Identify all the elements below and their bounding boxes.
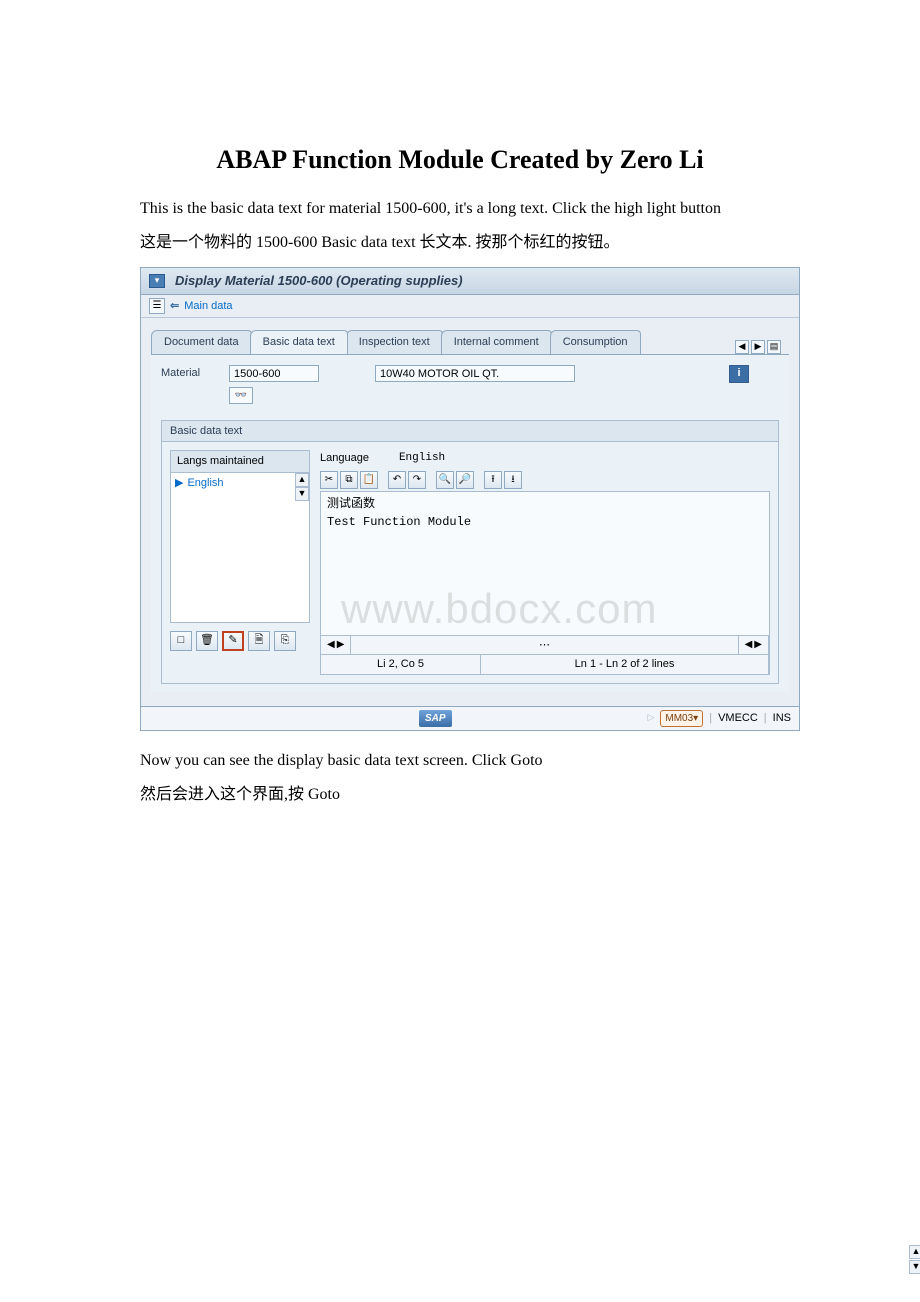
lang-item-english[interactable]: ▶ English: [171, 473, 309, 494]
tab-document-data[interactable]: Document data: [151, 330, 252, 354]
editor-panel: Language English ✂ ⧉ 📋 ↶ ↷ 🔍 🔎 ⭱ ⭳: [320, 450, 770, 675]
editor-toolbar: ✂ ⧉ 📋 ↶ ↷ 🔍 🔎 ⭱ ⭳: [320, 471, 770, 489]
editor-position-bar: Li 2, Co 5 Ln 1 - Ln 2 of 2 lines: [320, 655, 770, 675]
tab-consumption[interactable]: Consumption: [550, 330, 641, 354]
window-title: Display Material 1500-600 (Operating sup…: [175, 271, 463, 291]
editor-statusbar: ◀ ▶ ⋯ ◀ ▶: [320, 636, 770, 656]
langs-bottom-toolbar: □ 🗑 ✎ 🗎 ⎘: [170, 631, 310, 651]
session-name: VMECC: [718, 710, 758, 727]
tab-list-icon[interactable]: ▤: [767, 340, 781, 354]
tab-internal-comment[interactable]: Internal comment: [441, 330, 552, 354]
sap-titlebar: ▾ Display Material 1500-600 (Operating s…: [141, 268, 799, 295]
page-button[interactable]: ⎘: [274, 631, 296, 651]
material-desc-input[interactable]: [375, 365, 575, 382]
info-highlight-button[interactable]: i: [729, 365, 749, 383]
page-title: ABAP Function Module Created by Zero Li: [90, 140, 830, 179]
find-next-icon[interactable]: 🔎: [456, 471, 474, 489]
delete-button[interactable]: 🗑: [196, 631, 218, 651]
editor-line-1: 测试函数: [327, 495, 763, 513]
find-icon[interactable]: 🔍: [436, 471, 454, 489]
langs-scroll-down-icon[interactable]: ▼: [295, 487, 309, 501]
editor-line-2: Test Function Module: [327, 513, 763, 531]
doc-button[interactable]: 🗎: [248, 631, 270, 651]
insert-mode: INS: [773, 710, 791, 727]
langs-list: ▶ English ▲ ▼: [170, 473, 310, 623]
load-icon[interactable]: ⭱: [484, 471, 502, 489]
tab-inspection-text[interactable]: Inspection text: [346, 330, 443, 354]
intro-paragraph-en: This is the basic data text for material…: [90, 197, 830, 221]
status-play-icon[interactable]: ▷: [647, 711, 654, 725]
material-field-row: Material i: [161, 365, 779, 383]
triangle-right-icon: ▶: [175, 475, 183, 492]
tab-scroll-left-icon[interactable]: ◀: [735, 340, 749, 354]
hscroll-left-icon[interactable]: ◀: [327, 637, 335, 654]
language-value: English: [399, 450, 445, 467]
editor-grip: ⋯: [351, 636, 738, 655]
line-range: Ln 1 - Ln 2 of 2 lines: [481, 655, 769, 674]
language-label: Language: [320, 450, 369, 467]
tab-scroll-right-icon[interactable]: ▶: [751, 340, 765, 354]
paste-icon[interactable]: 📋: [360, 471, 378, 489]
window-menu-icon[interactable]: ▾: [149, 274, 165, 288]
editor-highlight-button[interactable]: ✎: [222, 631, 244, 651]
tab-basic-data-text[interactable]: Basic data text: [250, 330, 348, 354]
new-button[interactable]: □: [170, 631, 192, 651]
lang-item-label: English: [187, 475, 223, 492]
hscroll-right2-icon[interactable]: ▶: [754, 637, 762, 654]
langs-panel: Langs maintained ▶ English ▲ ▼ ▲ ▼: [170, 450, 310, 675]
glasses-row: 👓: [161, 387, 779, 404]
toolbar-button-1[interactable]: ☰: [149, 298, 165, 314]
editor-textarea[interactable]: 测试函数 Test Function Module www.bdocx.com: [320, 491, 770, 636]
material-input[interactable]: [229, 365, 319, 382]
panel-scroll-down-icon[interactable]: ▼: [909, 1260, 920, 1274]
intro-paragraph-zh: 这是一个物料的 1500-600 Basic data text 长文本. 按那…: [90, 231, 830, 255]
section-basic-data-text: Basic data text: [161, 420, 779, 443]
hscroll-right-icon[interactable]: ▶: [337, 637, 345, 654]
tcode-badge[interactable]: MM03▾: [660, 710, 703, 727]
sap-statusbar: SAP ▷ MM03▾ | VMECC | INS: [141, 706, 799, 730]
tab-nav: ◀ ▶ ▤: [735, 340, 789, 354]
cut-icon[interactable]: ✂: [320, 471, 338, 489]
copy-icon[interactable]: ⧉: [340, 471, 358, 489]
hscroll-left2-icon[interactable]: ◀: [745, 637, 753, 654]
tabstrip: Document data Basic data text Inspection…: [141, 318, 799, 354]
redo-icon[interactable]: ↷: [408, 471, 426, 489]
basic-data-text-body: Langs maintained ▶ English ▲ ▼ ▲ ▼: [161, 442, 779, 684]
sap-window: ▾ Display Material 1500-600 (Operating s…: [140, 267, 800, 731]
panel-scroll-up-icon[interactable]: ▲: [909, 1245, 920, 1259]
app-toolbar: ☰ ⇐ Main data: [141, 295, 799, 319]
cursor-position: Li 2, Co 5: [321, 655, 481, 674]
watermark: www.bdocx.com: [341, 577, 657, 640]
main-data-link[interactable]: Main data: [184, 298, 232, 315]
back-arrow-icon[interactable]: ⇐: [170, 298, 179, 315]
outro-paragraph-en: Now you can see the display basic data t…: [90, 749, 830, 773]
material-label: Material: [161, 365, 221, 382]
glasses-icon[interactable]: 👓: [229, 387, 253, 404]
outro-paragraph-zh: 然后会进入这个界面,按 Goto: [90, 783, 830, 807]
save-icon[interactable]: ⭳: [504, 471, 522, 489]
langs-header: Langs maintained: [170, 450, 310, 473]
dropdown-icon: ▾: [693, 713, 698, 724]
tab-body: Material i 👓 Basic data text Langs maint…: [151, 354, 789, 692]
sap-logo-icon: SAP: [419, 710, 452, 727]
langs-scroll-up-icon[interactable]: ▲: [295, 473, 309, 487]
undo-icon[interactable]: ↶: [388, 471, 406, 489]
